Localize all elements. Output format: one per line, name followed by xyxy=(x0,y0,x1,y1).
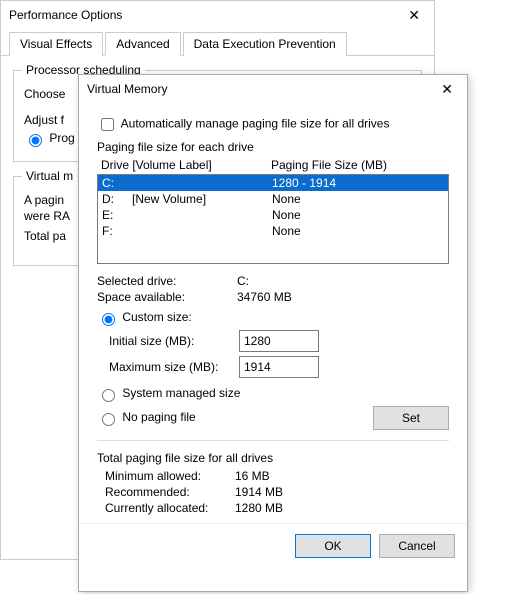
drive-size: None xyxy=(272,224,444,238)
rec-v: 1914 MB xyxy=(235,485,283,499)
ok-button[interactable]: OK xyxy=(295,534,371,558)
perf-titlebar: Performance Options ✕ xyxy=(1,1,434,29)
close-icon[interactable]: ✕ xyxy=(402,7,426,24)
virtual-memory-dialog: Virtual Memory ✕ Automatically manage pa… xyxy=(78,74,468,592)
cur-k: Currently allocated: xyxy=(105,501,235,515)
system-managed-radio[interactable] xyxy=(102,389,115,402)
drive-row-d[interactable]: D: [New Volume] None xyxy=(98,191,448,207)
maximum-size-row: Maximum size (MB): xyxy=(109,356,449,378)
no-paging-radio[interactable] xyxy=(102,413,115,426)
maximum-size-input[interactable] xyxy=(239,356,319,378)
drive-label: [New Volume] xyxy=(132,192,272,206)
cur-v: 1280 MB xyxy=(235,501,283,515)
space-available-row: Space available: 34760 MB xyxy=(97,290,449,304)
hdr-drive: Drive [Volume Label] xyxy=(101,158,271,172)
auto-manage-checkbox[interactable] xyxy=(101,118,114,131)
selected-drive-k: Selected drive: xyxy=(97,274,237,288)
selected-drive-row: Selected drive: C: xyxy=(97,274,449,288)
tab-advanced[interactable]: Advanced xyxy=(105,32,180,56)
drive-list-headers: Drive [Volume Label] Paging File Size (M… xyxy=(97,158,449,172)
programs-radio[interactable] xyxy=(29,134,42,147)
initial-size-label: Initial size (MB): xyxy=(109,334,239,348)
drive-list[interactable]: C: 1280 - 1914 D: [New Volume] None E: N… xyxy=(97,174,449,264)
custom-size-row: Custom size: xyxy=(97,310,449,326)
drive-size: 1280 - 1914 xyxy=(272,176,444,190)
close-icon[interactable]: ✕ xyxy=(435,81,459,98)
programs-label: Prog xyxy=(49,131,74,145)
custom-size-label: Custom size: xyxy=(122,310,191,324)
drive-row-e[interactable]: E: None xyxy=(98,207,448,223)
perf-tabs: Visual Effects Advanced Data Execution P… xyxy=(1,31,434,56)
drive-letter: E: xyxy=(102,208,132,222)
drive-size: None xyxy=(272,208,444,222)
drive-size: None xyxy=(272,192,444,206)
drive-letter: F: xyxy=(102,224,132,238)
set-button[interactable]: Set xyxy=(373,406,449,430)
drive-letter: D: xyxy=(102,192,132,206)
vm-title: Virtual Memory xyxy=(87,82,167,96)
min-allowed-row: Minimum allowed: 16 MB xyxy=(97,469,449,483)
space-v: 34760 MB xyxy=(237,290,292,304)
auto-manage-label: Automatically manage paging file size fo… xyxy=(121,117,390,131)
initial-size-input[interactable] xyxy=(239,330,319,352)
drive-row-c[interactable]: C: 1280 - 1914 xyxy=(98,175,448,191)
no-paging-label: No paging file xyxy=(122,410,195,424)
vm-titlebar: Virtual Memory ✕ xyxy=(79,75,467,103)
maximum-size-label: Maximum size (MB): xyxy=(109,360,239,374)
cancel-button[interactable]: Cancel xyxy=(379,534,455,558)
tab-dep[interactable]: Data Execution Prevention xyxy=(183,32,347,56)
rec-k: Recommended: xyxy=(105,485,235,499)
tab-visual-effects[interactable]: Visual Effects xyxy=(9,32,103,56)
perf-title: Performance Options xyxy=(9,8,122,22)
auto-manage-row: Automatically manage paging file size fo… xyxy=(97,115,449,134)
system-managed-label: System managed size xyxy=(122,386,240,400)
drive-row-f[interactable]: F: None xyxy=(98,223,448,239)
drive-label xyxy=(132,208,272,222)
drive-label xyxy=(132,176,272,190)
min-v: 16 MB xyxy=(235,469,270,483)
hdr-size: Paging File Size (MB) xyxy=(271,158,445,172)
space-k: Space available: xyxy=(97,290,237,304)
no-paging-row: No paging file xyxy=(97,410,373,426)
vm-group-title: Virtual m xyxy=(22,169,77,183)
divider xyxy=(97,440,449,441)
totals-title: Total paging file size for all drives xyxy=(97,451,449,465)
initial-size-row: Initial size (MB): xyxy=(109,330,449,352)
dialog-buttons: OK Cancel xyxy=(79,523,467,568)
custom-size-radio[interactable] xyxy=(102,313,115,326)
drive-label xyxy=(132,224,272,238)
drive-letter: C: xyxy=(102,176,132,190)
recommended-row: Recommended: 1914 MB xyxy=(97,485,449,499)
currently-allocated-row: Currently allocated: 1280 MB xyxy=(97,501,449,515)
min-k: Minimum allowed: xyxy=(105,469,235,483)
selected-drive-v: C: xyxy=(237,274,249,288)
pf-each-label: Paging file size for each drive xyxy=(97,140,449,154)
system-managed-row: System managed size xyxy=(97,386,449,402)
